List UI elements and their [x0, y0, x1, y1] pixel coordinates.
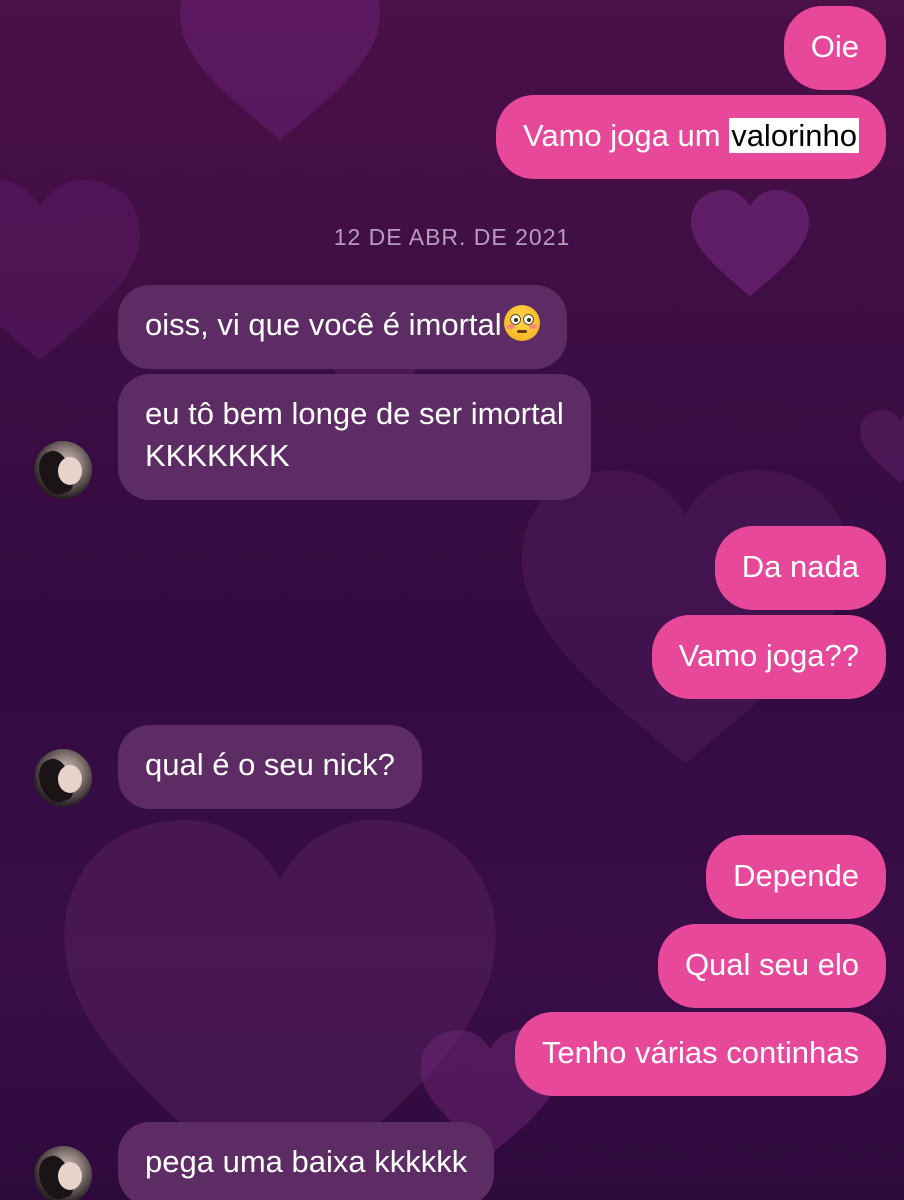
date-separator: 12 DE ABR. DE 2021	[333, 224, 571, 250]
outgoing-message[interactable]: Oie	[783, 6, 886, 90]
outgoing-message[interactable]: Vamo joga um valorinho	[495, 95, 886, 179]
message-text-line: KKKKKKK	[145, 438, 290, 473]
outgoing-message[interactable]: Depende	[706, 835, 886, 919]
message-text: oiss, vi que você é imortal	[145, 307, 502, 342]
message-text: Oie	[810, 29, 859, 64]
highlighted-text: valorinho	[729, 118, 859, 153]
incoming-message[interactable]: oiss, vi que você é imortal	[118, 285, 567, 369]
incoming-message[interactable]: qual é o seu nick?	[118, 725, 422, 809]
message-text: Da nada	[741, 549, 859, 584]
contact-avatar[interactable]	[34, 1146, 92, 1200]
outgoing-message[interactable]: Vamo joga??	[651, 615, 886, 699]
incoming-message[interactable]: pega uma baixa kkkkkk	[118, 1122, 495, 1200]
message-text: Depende	[733, 858, 859, 893]
message-text: pega uma baixa kkkkkk	[145, 1144, 468, 1179]
contact-avatar[interactable]	[34, 749, 92, 807]
flushed-face-emoji	[503, 305, 540, 341]
heart-decoration	[860, 410, 904, 482]
message-text: qual é o seu nick?	[145, 747, 395, 782]
outgoing-message[interactable]: Tenho várias continhas	[514, 1012, 886, 1096]
message-text: Vamo joga??	[678, 638, 859, 673]
message-text: Qual seu elo	[684, 947, 859, 982]
message-text-line: eu tô bem longe de ser imortal	[145, 396, 564, 431]
contact-avatar[interactable]	[34, 441, 92, 499]
message-text: Tenho várias continhas	[541, 1035, 859, 1070]
outgoing-message[interactable]: Da nada	[714, 526, 886, 610]
incoming-message[interactable]: eu tô bem longe de ser imortal KKKKKKK	[118, 374, 591, 500]
outgoing-message[interactable]: Qual seu elo	[657, 924, 886, 1008]
message-text: Vamo joga um	[522, 118, 730, 153]
heart-decoration	[180, 0, 380, 140]
